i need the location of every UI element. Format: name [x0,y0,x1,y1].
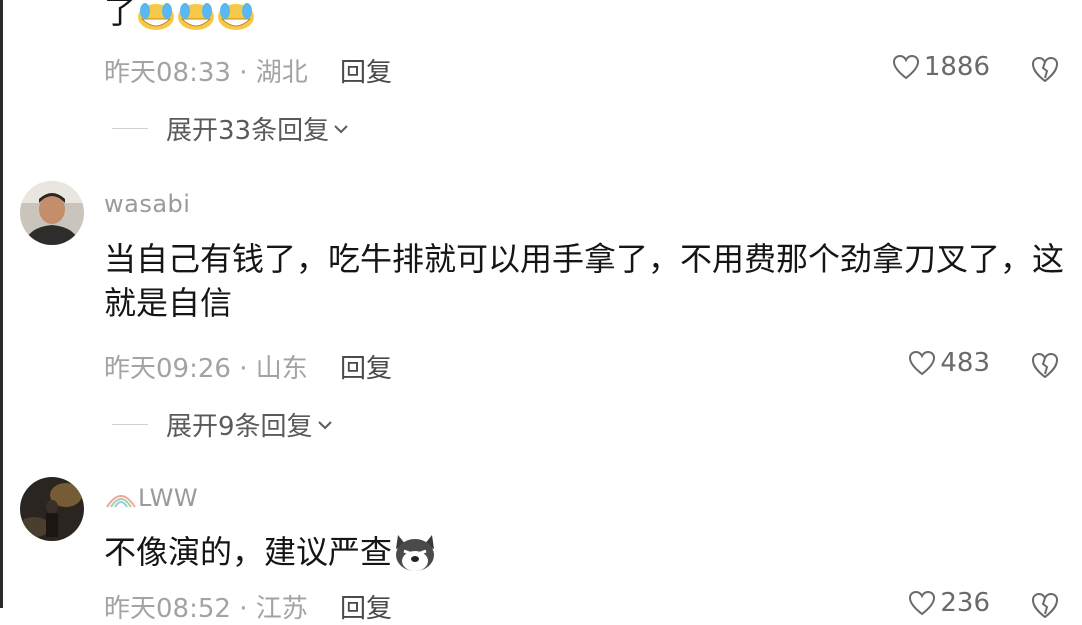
username-row[interactable]: LWW [104,484,198,512]
expand-dash [112,128,148,129]
expand-replies-button[interactable]: 展开33条回复 [112,110,349,147]
laughing-crying-emoji-icon [138,3,175,30]
reply-button[interactable]: 回复 [340,594,392,624]
comment-meta: 昨天08:52 · 江苏 回复 [104,588,392,625]
comment-time: 昨天09:26 [104,354,231,384]
heart-icon [909,590,936,616]
broken-heart-icon[interactable] [1030,590,1060,620]
expand-label: 展开9条回复 [166,412,313,442]
comment-location: 江苏 [255,594,308,624]
frame-edge [0,0,3,608]
like-button[interactable]: 1886 [892,52,990,82]
meta-separator: · [230,58,256,88]
comment-location: 湖北 [255,58,308,88]
laughing-crying-emoji-icon [178,3,215,30]
like-count: 483 [940,348,990,378]
comment-meta: 昨天08:33 · 湖北 回复 [104,52,392,89]
chevron-down-icon [317,420,332,429]
expand-dash [112,424,148,425]
comment-text: 不像演的，建议严查 [104,530,1064,574]
avatar-image [20,181,84,245]
avatar[interactable] [20,181,84,245]
comment-meta: 昨天09:26 · 山东 回复 [104,348,392,385]
meta-separator: · [230,594,256,624]
expand-label: 展开33条回复 [166,116,330,146]
broken-heart-icon[interactable] [1030,350,1060,380]
husky-emoji-icon [396,535,435,571]
rainbow-icon [106,495,136,508]
like-button[interactable]: 236 [908,588,990,618]
broken-heart-icon[interactable] [1030,54,1060,84]
meta-separator: · [230,354,256,384]
heart-icon [909,350,936,376]
comment-location: 山东 [255,354,308,384]
comment-text: 当自己有钱了，吃牛排就可以用手拿了，不用费那个劲拿刀叉了，这就是自信 [104,240,1065,322]
comment-time: 昨天08:33 [104,58,231,88]
username: LWW [138,484,199,512]
like-button[interactable]: 483 [908,348,990,378]
comment-text-body: 不像演的，建议严查 [104,533,393,571]
reply-button[interactable]: 回复 [340,58,392,88]
expand-replies-button[interactable]: 展开9条回复 [112,406,333,443]
avatar-image [20,477,84,541]
avatar[interactable] [20,477,84,541]
comment-time: 昨天08:52 [104,594,231,624]
heart-icon [892,54,919,80]
like-count: 1886 [923,52,990,82]
comment-text: 了 [104,0,1064,34]
username[interactable]: wasabi [104,190,190,218]
reply-button[interactable]: 回复 [340,354,392,384]
laughing-crying-emoji-icon [218,3,255,30]
like-count: 236 [940,588,990,618]
chevron-down-icon [334,124,348,133]
comment-text-tail: 了 [104,0,137,31]
